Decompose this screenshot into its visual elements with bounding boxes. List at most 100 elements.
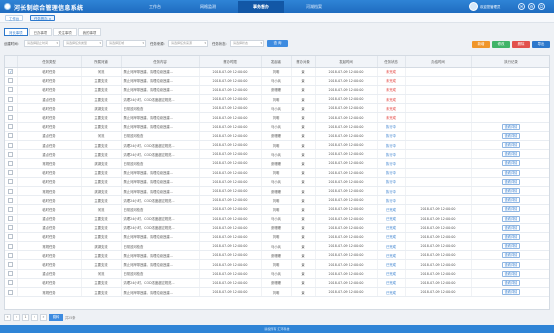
table-row[interactable]: 重点任务 主要支流 清理24小时、COD浓度超过规范... 2018-07-09 12… xyxy=(5,140,549,151)
action-button-1[interactable]: 修改 xyxy=(492,41,510,48)
nav-tab-3[interactable]: 河湖档案 xyxy=(291,1,337,13)
table-row[interactable]: 重点任务 主要支流 清理24小时、COD浓度超过规范... 2018-07-09 12… xyxy=(5,223,549,233)
table-row[interactable]: 临时任务 河流 日常巡河检查 2018-07-09 12:00:00 刘明景 2018-0… xyxy=(5,204,549,215)
row-checkbox[interactable] xyxy=(8,280,14,286)
row-checkbox[interactable] xyxy=(8,188,14,194)
power-icon[interactable]: ⏻ xyxy=(538,3,545,10)
settings-icon[interactable]: ⚙ xyxy=(528,3,535,10)
view-detail-button[interactable]: 查看详情 xyxy=(501,142,521,149)
table-row[interactable]: 常规任务 滨湖支流 日常巡河检查 2018-07-09 12:00:00 张珊珊景 201… xyxy=(5,158,549,169)
table-row[interactable]: 临时任务 主要支流 禁止河岸带违建、清理垃圾违建... 2018-07-09 12:0… xyxy=(5,85,549,96)
page-next-button[interactable]: › xyxy=(31,313,38,321)
nav-tab-0[interactable]: 工作台 xyxy=(132,1,178,13)
row-checkbox[interactable] xyxy=(8,197,14,203)
table-row[interactable]: 临时任务 主要支流 禁止河岸带违建、清理垃圾违建... 2018-07-09 12:0… xyxy=(5,76,549,86)
region-select[interactable]: 请选择区域 ▾ xyxy=(106,40,146,47)
page-number-input[interactable]: 1 xyxy=(22,313,29,321)
task-status-select[interactable]: 请选择状态 ▾ xyxy=(230,40,264,47)
row-checkbox[interactable] xyxy=(8,105,14,111)
table-row[interactable]: 常规任务 滨湖支流 禁止河岸带违建、清理垃圾违建... 2018-07-09 12:0… xyxy=(5,186,549,197)
row-checkbox[interactable] xyxy=(8,87,14,93)
row-checkbox[interactable] xyxy=(8,151,14,157)
row-checkbox[interactable] xyxy=(8,96,14,102)
row-checkbox[interactable] xyxy=(8,133,14,139)
table-row[interactable]: 临时任务 滨湖支流 日常巡河检查 2018-07-09 12:00:00 马小兵景 201… xyxy=(5,103,549,114)
row-checkbox[interactable] xyxy=(8,262,14,268)
row-checkbox[interactable] xyxy=(8,216,14,222)
row-checkbox[interactable] xyxy=(8,271,14,277)
table-row[interactable]: 重点任务 河流 日常巡河检查 2018-07-09 12:00:00 张珊珊景 2018-… xyxy=(5,131,549,142)
row-checkbox[interactable] xyxy=(8,206,14,212)
message-icon[interactable]: ✉ xyxy=(518,3,525,10)
sub-tab-0[interactable]: 河长事项 xyxy=(4,28,28,36)
time-range-select[interactable]: 请选择起止时间 ▾ xyxy=(24,40,60,47)
view-detail-button[interactable]: 查看详情 xyxy=(501,215,521,222)
table-row[interactable]: 临时任务 主要支流 禁止河岸带违建、清理垃圾违建... 2018-07-09 12:0… xyxy=(5,232,549,243)
row-checkbox[interactable] xyxy=(8,234,14,240)
table-row[interactable]: 临时任务 主要支流 禁止河岸带违建、清理垃圾违建... 2018-07-09 12:0… xyxy=(5,168,549,178)
view-detail-button[interactable]: 查看详情 xyxy=(501,243,521,250)
view-detail-button[interactable]: 查看详情 xyxy=(501,151,521,158)
table-row[interactable]: 临时任务 主要支流 禁止河岸带违建、清理垃圾违建... 2018-07-09 12:0… xyxy=(5,112,549,123)
task-source-select[interactable]: 请选择任务来源 ▾ xyxy=(168,40,208,47)
table-row[interactable]: 临时任务 主要支流 禁止河岸带违建、清理垃圾违建... 2018-07-09 12:0… xyxy=(5,250,549,261)
cell-4: 张珊珊 xyxy=(261,131,292,142)
row-checkbox[interactable] xyxy=(8,252,14,258)
breadcrumb-current-tab[interactable]: 任务督办 × xyxy=(30,15,56,21)
nav-tab-1[interactable]: 网格监测 xyxy=(185,1,231,13)
view-detail-button[interactable]: 查看详情 xyxy=(501,178,521,185)
row-checkbox[interactable] xyxy=(8,142,14,148)
view-detail-button[interactable]: 查看详情 xyxy=(501,279,521,286)
table-row[interactable]: 临时任务 主要支流 禁止河岸带违建、清理垃圾违建... 2018-07-09 12:0… xyxy=(5,259,549,270)
user-avatar[interactable] xyxy=(469,2,478,11)
row-checkbox[interactable] xyxy=(8,124,14,130)
row-checkbox[interactable] xyxy=(8,78,14,84)
row-checkbox[interactable] xyxy=(8,115,14,121)
table-row[interactable]: 临时任务 主要支流 禁止河岸带违建、清理垃圾违建... 2018-07-09 12:0… xyxy=(5,177,549,187)
breadcrumb-home-tab[interactable]: 工作台 xyxy=(5,15,24,21)
row-checkbox[interactable] xyxy=(8,179,14,185)
table-row[interactable]: 常规任务 滨湖支流 日常巡河检查 2018-07-09 12:00:00 马小兵景 201… xyxy=(5,241,549,252)
table-row[interactable]: 常规任务 主要支流 禁止河岸带违建、清理垃圾违建... 2018-07-09 12:0… xyxy=(5,287,549,298)
view-detail-button[interactable]: 查看详情 xyxy=(501,252,521,259)
view-detail-button[interactable]: 查看详情 xyxy=(501,289,521,296)
task-type-select[interactable]: 请选择任务类型 ▾ xyxy=(63,40,103,47)
view-detail-button[interactable]: 查看详情 xyxy=(501,188,521,195)
view-detail-button[interactable]: 查看详情 xyxy=(501,160,521,167)
view-detail-button[interactable]: 查看详情 xyxy=(501,123,521,130)
action-button-3[interactable]: 导出 xyxy=(532,41,550,48)
search-button[interactable]: 查 询 xyxy=(267,40,288,47)
view-detail-button[interactable]: 查看详情 xyxy=(501,270,521,277)
view-detail-button[interactable]: 查看详情 xyxy=(501,261,521,268)
view-detail-button[interactable]: 查看详情 xyxy=(501,224,521,231)
action-button-0[interactable]: 新增 xyxy=(472,41,490,48)
view-detail-button[interactable]: 查看详情 xyxy=(501,169,521,176)
table-row[interactable]: 重点任务 主要支流 清理24小时、COD浓度超过规范... 2018-07-09 12… xyxy=(5,94,549,105)
action-button-2[interactable]: 删除 xyxy=(512,41,530,48)
row-checkbox[interactable] xyxy=(8,225,14,231)
table-row[interactable]: ✓ 临时任务 河流 禁止河岸带违建、清理垃圾违建... 2018-07-09 12:00… xyxy=(5,67,549,77)
page-prev-button[interactable]: ‹ xyxy=(13,313,20,321)
view-detail-button[interactable]: 查看详情 xyxy=(501,206,521,213)
row-checkbox[interactable] xyxy=(8,243,14,249)
page-go-button[interactable]: 跳转 xyxy=(49,313,63,321)
table-row[interactable]: 重点任务 河流 日常巡河检查 2018-07-09 12:00:00 马小兵景 2018-… xyxy=(5,269,549,279)
row-checkbox[interactable] xyxy=(8,170,14,176)
view-detail-button[interactable]: 查看详情 xyxy=(501,197,521,204)
sub-tab-1[interactable]: 已办事项 xyxy=(28,28,53,36)
page-first-button[interactable]: « xyxy=(4,313,11,321)
view-detail-button[interactable]: 查看详情 xyxy=(501,233,521,240)
view-detail-button[interactable]: 查看详情 xyxy=(501,132,521,139)
table-row[interactable]: 重点任务 主要支流 清理24小时、COD浓度超过规范... 2018-07-09 12… xyxy=(5,214,549,224)
table-row[interactable]: 重点任务 主要支流 清理24小时、COD浓度超过规范... 2018-07-09 12… xyxy=(5,149,549,160)
row-checkbox[interactable]: ✓ xyxy=(8,69,14,75)
page-last-button[interactable]: » xyxy=(40,313,47,321)
table-row[interactable]: 临时任务 主要支流 禁止河岸带违建、清理垃圾违建... 2018-07-09 12:0… xyxy=(5,122,549,132)
sub-tab-2[interactable]: 关注事项 xyxy=(53,28,77,36)
sub-tab-3[interactable]: 我的事项 xyxy=(77,28,102,36)
table-row[interactable]: 临时任务 主要支流 清理24小时、COD浓度超过规范... 2018-07-09 12… xyxy=(5,195,549,206)
table-row[interactable]: 临时任务 主要支流 清理24小时、COD浓度超过规范... 2018-07-09 12… xyxy=(5,278,549,289)
nav-tab-2[interactable]: 事务督办 xyxy=(238,1,284,13)
row-checkbox[interactable] xyxy=(8,160,14,166)
row-checkbox[interactable] xyxy=(8,289,14,295)
